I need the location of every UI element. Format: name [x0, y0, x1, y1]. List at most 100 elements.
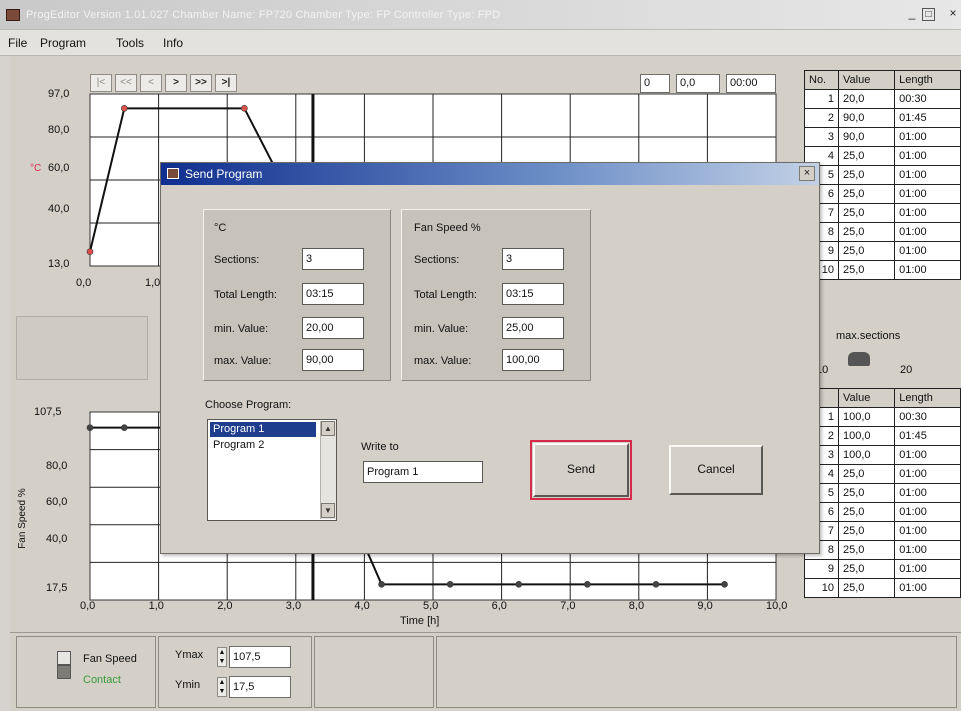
row-value[interactable]: 20,0: [837, 89, 896, 109]
maximize-button[interactable]: □: [922, 8, 935, 21]
row-value[interactable]: 25,0: [837, 203, 896, 223]
close-button[interactable]: ×: [945, 6, 961, 22]
row-value[interactable]: 25,0: [837, 464, 896, 484]
row-length[interactable]: 01:00: [894, 241, 961, 261]
fan-min-value-field[interactable]: 25,00: [502, 317, 564, 339]
row-length[interactable]: 01:00: [894, 260, 961, 280]
table-row[interactable]: 7 25,0 01:00: [804, 203, 961, 223]
row-length[interactable]: 01:00: [894, 203, 961, 223]
row-value[interactable]: 90,0: [837, 127, 896, 147]
data-point: [121, 424, 128, 431]
row-length[interactable]: 00:30: [894, 407, 961, 427]
table-row[interactable]: 4 25,0 01:00: [804, 464, 961, 484]
table-row[interactable]: 10 25,0 01:00: [804, 578, 961, 598]
row-value[interactable]: 25,0: [837, 146, 896, 166]
row-value[interactable]: 90,0: [837, 108, 896, 128]
cancel-button[interactable]: Cancel: [669, 445, 763, 495]
y-tick-label: 40,0: [46, 533, 68, 545]
table-row[interactable]: 5 25,0 01:00: [804, 483, 961, 503]
listbox-scrollbar[interactable]: ▲ ▼: [320, 421, 336, 519]
table-row[interactable]: 9 25,0 01:00: [804, 559, 961, 579]
row-length[interactable]: 01:00: [894, 445, 961, 465]
row-value[interactable]: 25,0: [837, 521, 896, 541]
contact-swatch[interactable]: [57, 665, 71, 679]
table-row[interactable]: 8 25,0 01:00: [804, 540, 961, 560]
ymax-spinner[interactable]: ▲ ▼: [217, 647, 227, 667]
fan-sections-field[interactable]: 3: [502, 248, 564, 270]
row-length[interactable]: 01:00: [894, 540, 961, 560]
fan-speed-swatch[interactable]: [57, 651, 71, 665]
row-value[interactable]: 25,0: [837, 483, 896, 503]
row-number[interactable]: 9: [804, 559, 839, 579]
row-length[interactable]: 01:00: [894, 184, 961, 204]
scroll-down-icon[interactable]: ▼: [321, 503, 335, 518]
row-number[interactable]: 3: [804, 127, 839, 147]
row-value[interactable]: 100,0: [837, 407, 896, 427]
table-row[interactable]: 10 25,0 01:00: [804, 260, 961, 280]
dialog-close-button[interactable]: ×: [799, 166, 815, 181]
temp-sections-field[interactable]: 3: [302, 248, 364, 270]
max-sections-knob[interactable]: [848, 352, 870, 366]
row-value[interactable]: 100,0: [837, 445, 896, 465]
row-length[interactable]: 00:30: [894, 89, 961, 109]
row-value[interactable]: 25,0: [837, 559, 896, 579]
ymin-spinner[interactable]: ▲ ▼: [217, 677, 227, 697]
table-row[interactable]: 2 90,0 01:45: [804, 108, 961, 128]
program-listbox[interactable]: Program 1 Program 2 ▲ ▼: [207, 419, 337, 521]
row-length[interactable]: 01:00: [894, 127, 961, 147]
temperature-table: No. Value Length 1 20,0 00:30 2 90,0 01:45 3 90…: [804, 70, 961, 280]
send-button[interactable]: Send: [530, 440, 632, 500]
program-list-item[interactable]: Program 2: [210, 438, 316, 453]
row-length[interactable]: 01:45: [894, 426, 961, 446]
fan-total-length-field[interactable]: 03:15: [502, 283, 564, 305]
row-value[interactable]: 25,0: [837, 165, 896, 185]
scroll-up-icon[interactable]: ▲: [321, 421, 335, 436]
table-row[interactable]: 2 100,0 01:45: [804, 426, 961, 446]
table-row[interactable]: 1 20,0 00:30: [804, 89, 961, 109]
dialog-icon: [167, 168, 179, 179]
row-length[interactable]: 01:00: [894, 483, 961, 503]
row-value[interactable]: 25,0: [837, 502, 896, 522]
temp-max-value-field[interactable]: 90,00: [302, 349, 364, 371]
row-value[interactable]: 25,0: [837, 578, 896, 598]
ymax-input[interactable]: 107,5: [229, 646, 291, 668]
row-length[interactable]: 01:00: [894, 578, 961, 598]
ymin-input[interactable]: 17,5: [229, 676, 291, 698]
fan-speed-group: Fan Speed % Sections: 3 Total Length: 03…: [401, 209, 591, 381]
row-length[interactable]: 01:00: [894, 146, 961, 166]
row-value[interactable]: 25,0: [837, 222, 896, 242]
row-number[interactable]: 2: [804, 108, 839, 128]
temp-total-length-field[interactable]: 03:15: [302, 283, 364, 305]
table-row[interactable]: 7 25,0 01:00: [804, 521, 961, 541]
write-to-field[interactable]: Program 1: [363, 461, 483, 483]
row-value[interactable]: 25,0: [837, 260, 896, 280]
row-length[interactable]: 01:00: [894, 559, 961, 579]
table-row[interactable]: 3 100,0 01:00: [804, 445, 961, 465]
row-value[interactable]: 25,0: [837, 540, 896, 560]
table-row[interactable]: 6 25,0 01:00: [804, 184, 961, 204]
table-row[interactable]: 5 25,0 01:00: [804, 165, 961, 185]
table-row[interactable]: 1 100,0 00:30: [804, 407, 961, 427]
row-length[interactable]: 01:00: [894, 521, 961, 541]
total-length-label: Total Length:: [414, 289, 477, 301]
row-length[interactable]: 01:00: [894, 502, 961, 522]
table-row[interactable]: 8 25,0 01:00: [804, 222, 961, 242]
table-row[interactable]: 6 25,0 01:00: [804, 502, 961, 522]
row-value[interactable]: 25,0: [837, 184, 896, 204]
row-number[interactable]: 1: [804, 89, 839, 109]
fan-speed-table: . Value Length 1100,000:302100,001:45310…: [804, 388, 961, 598]
row-length[interactable]: 01:00: [894, 165, 961, 185]
table-row[interactable]: 4 25,0 01:00: [804, 146, 961, 166]
minimize-button[interactable]: _: [904, 6, 920, 22]
fan-max-value-field[interactable]: 100,00: [502, 349, 564, 371]
temp-min-value-field[interactable]: 20,00: [302, 317, 364, 339]
row-length[interactable]: 01:00: [894, 222, 961, 242]
table-row[interactable]: 9 25,0 01:00: [804, 241, 961, 261]
row-value[interactable]: 25,0: [837, 241, 896, 261]
row-value[interactable]: 100,0: [837, 426, 896, 446]
row-number[interactable]: 10: [804, 578, 839, 598]
row-length[interactable]: 01:00: [894, 464, 961, 484]
program-list-item[interactable]: Program 1: [210, 422, 316, 437]
table-row[interactable]: 3 90,0 01:00: [804, 127, 961, 147]
row-length[interactable]: 01:45: [894, 108, 961, 128]
